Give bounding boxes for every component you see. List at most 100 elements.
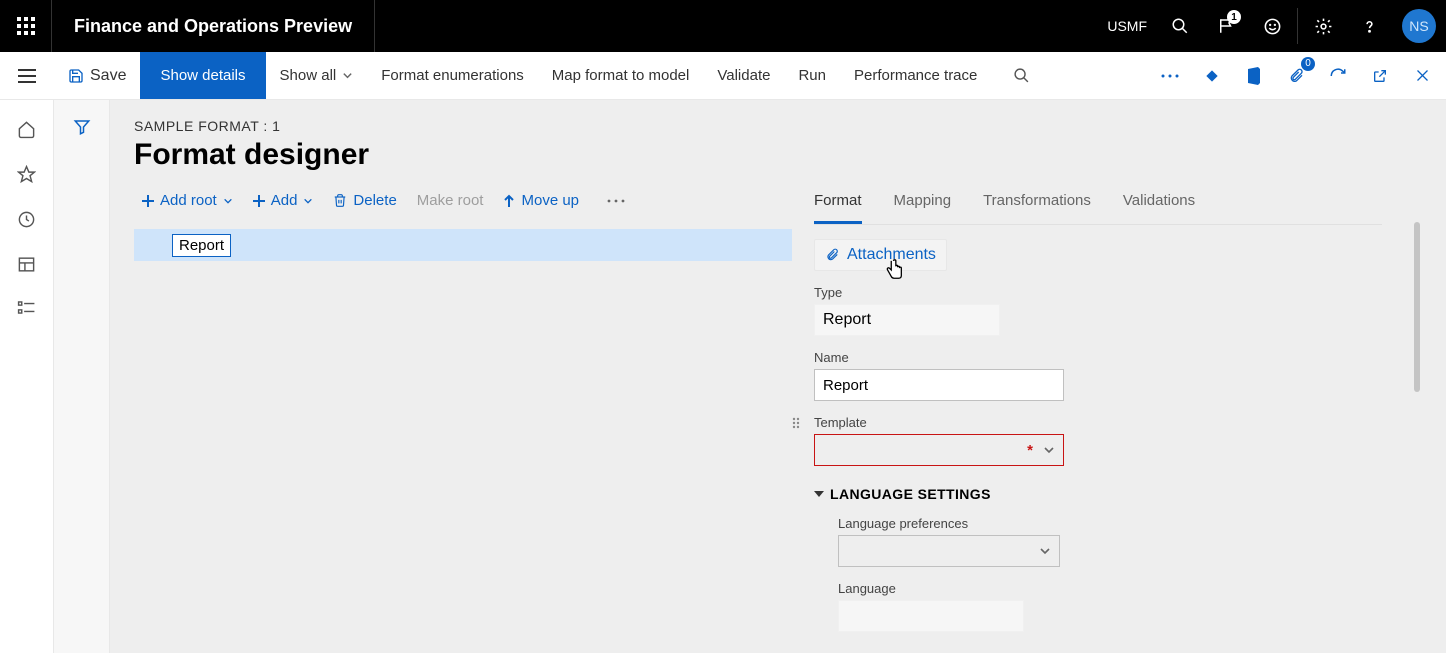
show-details-button[interactable]: Show details [140, 52, 265, 99]
user-avatar[interactable]: NS [1402, 9, 1436, 43]
language-label: Language [838, 581, 1382, 596]
plus-icon [142, 195, 154, 207]
notifications-button[interactable]: 1 [1203, 0, 1249, 52]
tab-transformations[interactable]: Transformations [983, 188, 1091, 224]
popout-button[interactable] [1366, 62, 1394, 90]
nav-toggle-button[interactable] [0, 69, 54, 83]
search-icon [1013, 67, 1030, 84]
waffle-menu-button[interactable] [0, 0, 52, 52]
workspace-icon [17, 255, 36, 274]
feedback-button[interactable] [1249, 0, 1295, 52]
tree-pane: Add root Add Delete Make root [134, 188, 792, 632]
save-icon [68, 68, 84, 84]
open-office-button[interactable] [1240, 62, 1268, 90]
chevron-down-icon [1043, 444, 1055, 456]
settings-button[interactable] [1300, 0, 1346, 52]
paperclip-icon [825, 247, 839, 263]
show-all-button[interactable]: Show all [266, 52, 368, 99]
notification-count-badge: 1 [1227, 10, 1241, 24]
tree-row[interactable]: Report [134, 229, 792, 261]
refresh-button[interactable] [1324, 62, 1352, 90]
plus-icon [253, 195, 265, 207]
language-settings-header[interactable]: LANGUAGE SETTINGS [814, 486, 1382, 502]
drag-handle-icon[interactable] [792, 417, 800, 429]
search-icon [1171, 17, 1189, 35]
tree-node-label: Report [172, 234, 231, 257]
type-value: Report [814, 304, 1000, 336]
workspaces-button[interactable] [17, 255, 36, 274]
tab-validations[interactable]: Validations [1123, 188, 1195, 224]
tab-mapping[interactable]: Mapping [894, 188, 952, 224]
show-details-label: Show details [160, 67, 245, 84]
move-up-button[interactable]: Move up [495, 188, 587, 213]
tab-format[interactable]: Format [814, 188, 862, 224]
language-pref-dropdown[interactable] [838, 535, 1060, 567]
avatar-initials: NS [1409, 18, 1428, 34]
map-format-button[interactable]: Map format to model [538, 52, 704, 99]
chevron-down-icon [303, 196, 313, 206]
arrow-up-icon [503, 194, 515, 208]
format-enumerations-button[interactable]: Format enumerations [367, 52, 538, 99]
favorites-button[interactable] [17, 165, 36, 184]
paperclip-icon [1288, 67, 1304, 85]
scrollbar-thumb[interactable] [1414, 222, 1420, 392]
star-icon [17, 165, 36, 184]
find-button[interactable] [991, 52, 1052, 99]
delete-button[interactable]: Delete [325, 188, 404, 213]
tree-overflow-button[interactable] [591, 194, 633, 208]
save-button[interactable]: Save [54, 67, 140, 85]
validate-button[interactable]: Validate [703, 52, 784, 99]
language-pref-label: Language preferences [838, 516, 1382, 531]
chevron-down-icon [1039, 545, 1051, 557]
modules-icon [17, 300, 36, 315]
close-button[interactable] [1408, 62, 1436, 90]
template-dropdown[interactable]: * [814, 434, 1064, 466]
entity-label[interactable]: USMF [1107, 18, 1147, 34]
chevron-down-icon [342, 70, 353, 81]
ellipsis-icon [607, 198, 625, 204]
smiley-icon [1263, 17, 1282, 36]
related-info-button[interactable] [1198, 62, 1226, 90]
details-tabs: Format Mapping Transformations Validatio… [814, 188, 1382, 225]
nav-rail [0, 100, 54, 653]
app-header: Finance and Operations Preview USMF 1 NS [0, 0, 1446, 52]
overflow-button[interactable] [1156, 62, 1184, 90]
run-button[interactable]: Run [784, 52, 840, 99]
filter-pane [54, 100, 110, 653]
show-all-label: Show all [280, 67, 337, 84]
home-icon [17, 120, 36, 139]
recent-button[interactable] [17, 210, 36, 229]
required-indicator-icon: * [1027, 442, 1033, 459]
template-label: Template [814, 415, 1382, 430]
add-button[interactable]: Add [245, 188, 322, 213]
help-icon [1360, 17, 1379, 36]
attachments-button[interactable]: Attachments [814, 239, 947, 271]
name-label: Name [814, 350, 1382, 365]
modules-button[interactable] [17, 300, 36, 315]
name-input[interactable] [814, 369, 1064, 401]
funnel-icon [73, 118, 91, 136]
attachments-button-toolbar[interactable]: 0 [1282, 62, 1310, 90]
tree-toolbar: Add root Add Delete Make root [134, 188, 792, 213]
chevron-down-icon [223, 196, 233, 206]
save-label: Save [90, 67, 126, 85]
performance-trace-button[interactable]: Performance trace [840, 52, 991, 99]
attachment-count-badge: 0 [1301, 57, 1315, 71]
ellipsis-icon [1161, 73, 1179, 79]
clock-icon [17, 210, 36, 229]
add-root-button[interactable]: Add root [134, 188, 241, 213]
waffle-icon [17, 17, 35, 35]
main-content: SAMPLE FORMAT : 1 Format designer Add ro… [110, 100, 1446, 653]
filter-button[interactable] [73, 118, 91, 653]
type-label: Type [814, 285, 1382, 300]
help-button[interactable] [1346, 0, 1392, 52]
home-button[interactable] [17, 120, 36, 139]
hamburger-icon [18, 69, 36, 83]
search-button[interactable] [1157, 0, 1203, 52]
separator [1297, 8, 1298, 44]
app-title: Finance and Operations Preview [52, 0, 375, 52]
trash-icon [333, 193, 347, 208]
breadcrumb: SAMPLE FORMAT : 1 [134, 118, 1422, 134]
gear-icon [1314, 17, 1333, 36]
details-pane: Format Mapping Transformations Validatio… [814, 188, 1422, 632]
